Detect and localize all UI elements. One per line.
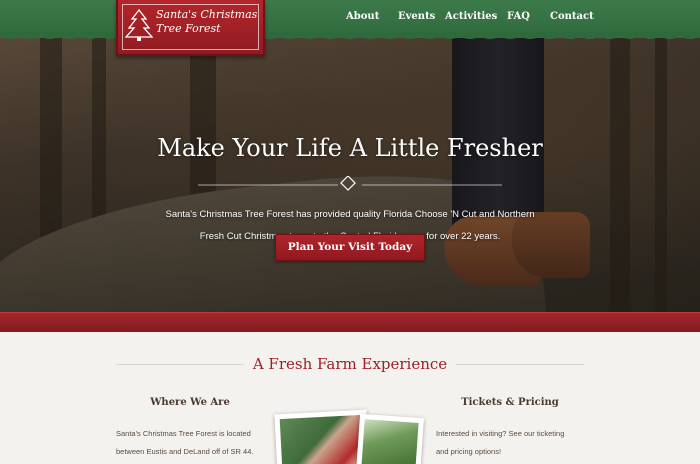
photo-image <box>279 414 365 464</box>
logo-line: Santa's Christmas <box>156 8 258 21</box>
tickets-line: and pricing options! <box>436 447 502 456</box>
nav-item-faq[interactable]: FAQ <box>507 11 530 22</box>
tickets-pricing-text: Interested in visiting? See our ticketin… <box>436 425 596 461</box>
where-we-are-title: Where We Are <box>150 397 230 408</box>
plan-visit-button[interactable]: Plan Your Visit Today <box>275 234 425 261</box>
section-title: A Fresh Farm Experience <box>252 355 448 373</box>
red-divider-band <box>0 312 700 332</box>
nav-item-activities[interactable]: Activities <box>445 11 497 22</box>
nav-item-events[interactable]: Events <box>398 11 435 22</box>
where-we-are-text: Santa's Christmas Tree Forest is located… <box>116 425 276 461</box>
main-content: A Fresh Farm Experience Where We Are San… <box>0 332 700 464</box>
site-logo[interactable]: Santa's Christmas Tree Forest <box>116 0 265 56</box>
where-line: between Eustis and DeLand off of SR 44. <box>116 447 254 456</box>
tickets-line: Interested in visiting? See our ticketin… <box>436 429 565 438</box>
header-scallop-edge <box>0 32 700 39</box>
photo-image <box>361 419 419 464</box>
hero-title: Make Your Life A Little Fresher <box>157 134 543 162</box>
nav-item-about[interactable]: About <box>346 11 379 22</box>
santa-photo <box>274 409 370 464</box>
hero-description-line: Santa's Christmas Tree Forest has provid… <box>165 209 535 220</box>
diamond-divider-icon <box>198 176 502 191</box>
logo-text: Santa's Christmas Tree Forest <box>156 8 260 36</box>
hero-section: Make Your Life A Little Fresher Santa's … <box>0 36 700 312</box>
tree-photo <box>356 413 424 464</box>
christmas-tree-icon <box>124 8 154 41</box>
hero-overlay <box>0 36 700 312</box>
nav-item-contact[interactable]: Contact <box>550 11 594 22</box>
tickets-pricing-title: Tickets & Pricing <box>461 397 559 408</box>
logo-line: Tree Forest <box>156 22 221 35</box>
where-line: Santa's Christmas Tree Forest is located <box>116 429 251 438</box>
